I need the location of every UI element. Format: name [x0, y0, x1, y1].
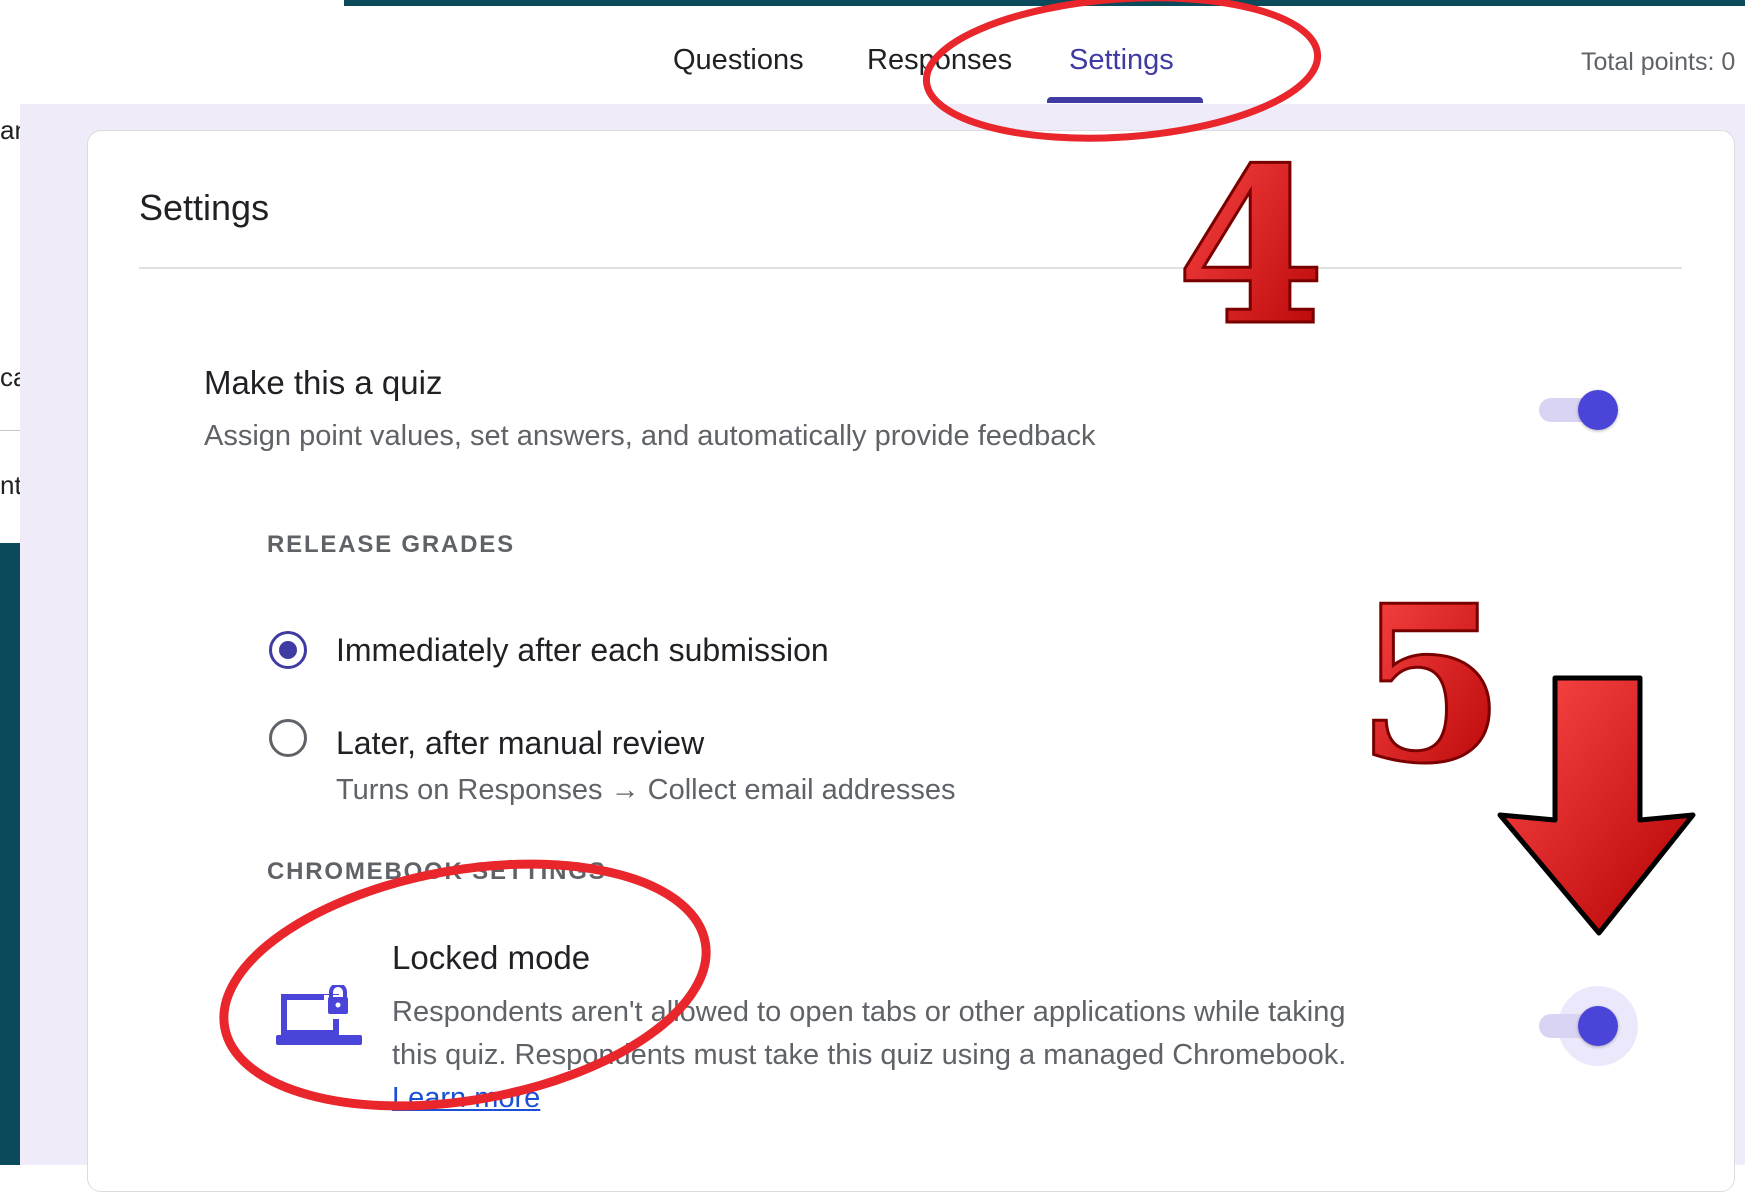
settings-card-title: Settings: [139, 187, 270, 228]
release-later-radio[interactable]: [269, 719, 307, 757]
active-tab-indicator: [1047, 97, 1203, 103]
locked-mode-title: Locked mode: [392, 939, 591, 976]
toggle-knob: [1578, 1006, 1618, 1046]
chromebook-settings-label: CHROMEBOOK SETTINGS: [267, 858, 607, 885]
locked-mode-toggle[interactable]: [1534, 986, 1638, 1066]
tab-responses[interactable]: Responses: [867, 44, 1012, 77]
quiz-setting-title: Make this a quiz: [204, 364, 443, 401]
release-immediately-radio[interactable]: [269, 631, 307, 669]
left-panel-text-fragment: an: [0, 115, 20, 145]
left-panel-text-fragment: ca: [0, 362, 20, 392]
tab-settings[interactable]: Settings: [1069, 44, 1174, 77]
left-panel-dark-edge: [0, 543, 20, 1165]
quiz-setting-description: Assign point values, set answers, and au…: [204, 420, 1096, 452]
form-tabs: Questions Responses Settings Total point…: [0, 0, 1745, 105]
tab-questions[interactable]: Questions: [673, 44, 804, 77]
release-later-label[interactable]: Later, after manual review: [336, 725, 704, 762]
release-grades-label: RELEASE GRADES: [267, 531, 515, 558]
locked-mode-description-text: Respondents aren't allowed to open tabs …: [392, 996, 1347, 1071]
release-later-note: Turns on Responses → Collect email addre…: [336, 774, 956, 806]
release-immediately-label[interactable]: Immediately after each submission: [336, 632, 829, 669]
learn-more-link[interactable]: Learn more: [392, 1082, 540, 1114]
locked-mode-description: Respondents aren't allowed to open tabs …: [392, 991, 1352, 1120]
total-points: Total points: 0: [1581, 48, 1736, 76]
make-quiz-toggle[interactable]: [1534, 388, 1618, 430]
laptop-lock-icon: [276, 985, 362, 1045]
left-panel-divider: [0, 430, 20, 431]
left-panel-text-fragment: nt: [0, 470, 20, 500]
settings-divider: [139, 267, 1682, 269]
toggle-knob: [1578, 390, 1618, 430]
